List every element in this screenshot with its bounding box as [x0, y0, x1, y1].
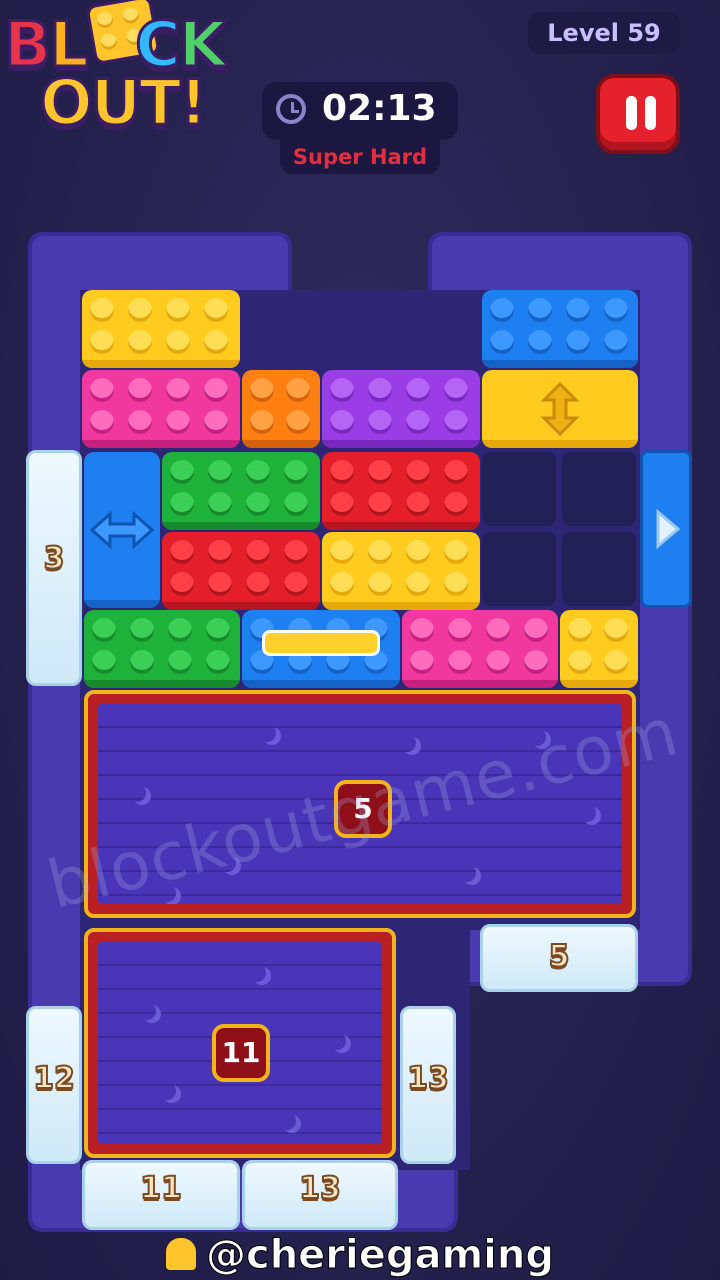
- triangle-right-icon: [656, 509, 681, 549]
- block-yellow-vertical-slider[interactable]: [482, 370, 638, 448]
- exit-gate-bottom-11: 11: [82, 1160, 240, 1230]
- block-yellow-4x2-mid[interactable]: [322, 532, 480, 610]
- block-red-4x2-lower[interactable]: [162, 532, 320, 610]
- block-pink-4x2-low[interactable]: [402, 610, 558, 688]
- block-pink-4x2[interactable]: [82, 370, 240, 448]
- exit-gate-right-13: 13: [400, 1006, 456, 1164]
- block-green-4x2-low[interactable]: [84, 610, 240, 688]
- bell-icon: [165, 1238, 196, 1270]
- block-purple-4x2[interactable]: [322, 370, 480, 448]
- exit-gate-left-12: 12: [26, 1006, 82, 1164]
- block-red-4x2-upper[interactable]: [322, 452, 480, 530]
- exit-gate-right-blue: [640, 450, 692, 608]
- block-blue-4x2-top-right[interactable]: [482, 290, 638, 368]
- block-orange-2x2[interactable]: [242, 370, 320, 448]
- creator-footer: @cheriegaming: [0, 1232, 720, 1279]
- horizontal-arrows-icon: [90, 510, 154, 550]
- block-yellow-4x2-top[interactable]: [82, 290, 240, 368]
- vertical-arrows-icon: [540, 382, 580, 436]
- block-yellow-2x2-low[interactable]: [560, 610, 638, 688]
- exit-gate-bottom-13: 13: [242, 1160, 398, 1230]
- frozen-crate-bottom[interactable]: 11: [84, 928, 396, 1158]
- exit-gate-right-5: 5: [480, 924, 638, 992]
- creator-handle: @cheriegaming: [205, 1232, 554, 1279]
- block-green-4x2-mid[interactable]: [162, 452, 320, 530]
- block-blue-horizontal-slider[interactable]: [84, 452, 160, 608]
- exit-gate-left-3: 3: [26, 450, 82, 686]
- yellow-bar-icon: [262, 630, 380, 656]
- block-blue-4x2-with-key[interactable]: [242, 610, 400, 688]
- crate-counter-bottom: 11: [212, 1024, 270, 1082]
